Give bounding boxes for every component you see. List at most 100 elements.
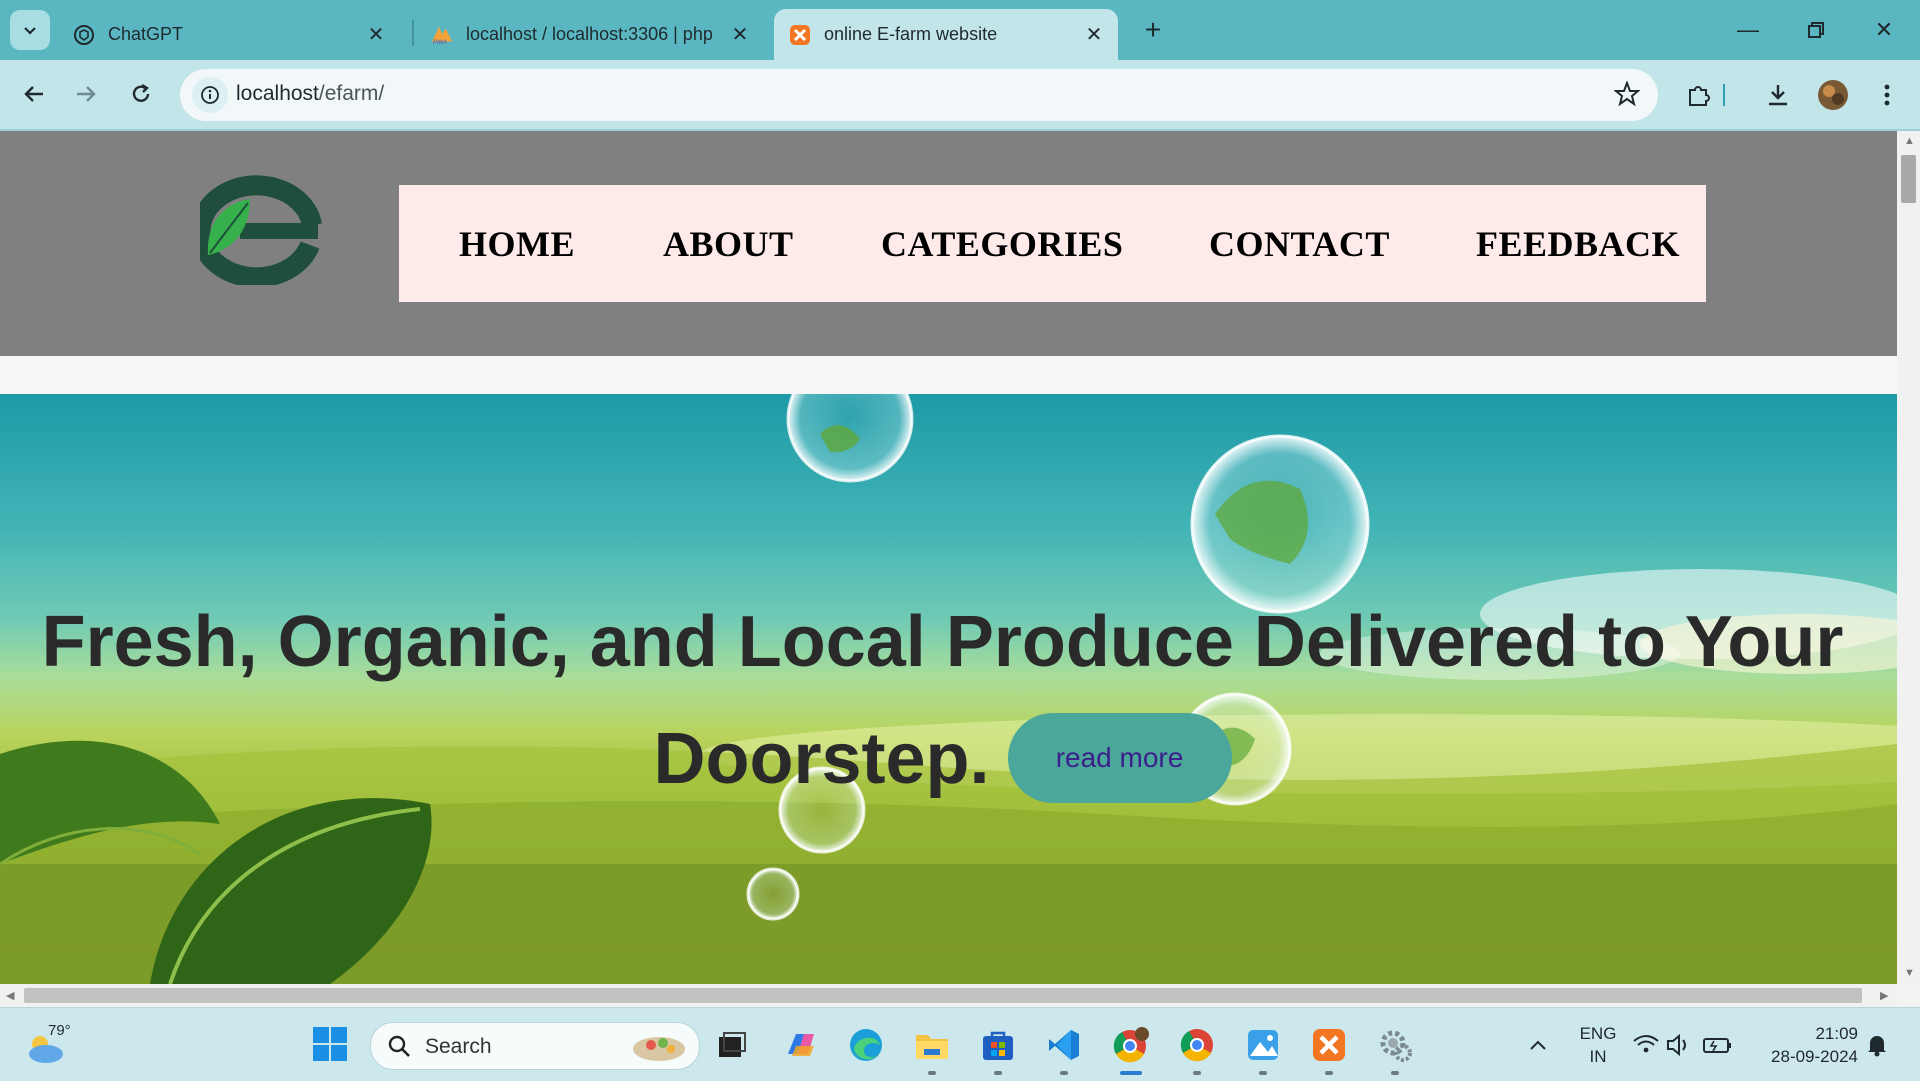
address-bar[interactable]: localhost/efarm/ xyxy=(180,69,1658,121)
chatgpt-icon xyxy=(72,23,96,47)
notifications-button[interactable] xyxy=(1860,1024,1894,1066)
start-button[interactable] xyxy=(312,1026,348,1062)
windows-taskbar: 79° Search ENG IN 21:09 28-09-2024 xyxy=(0,1007,1920,1081)
kebab-menu-icon xyxy=(1884,84,1890,106)
site-info-icon[interactable] xyxy=(192,77,228,113)
back-button[interactable] xyxy=(14,74,54,114)
close-tab-icon[interactable]: ✕ xyxy=(362,21,390,49)
wifi-icon xyxy=(1633,1035,1659,1053)
vertical-scroll-thumb[interactable] xyxy=(1901,155,1916,203)
language-indicator[interactable]: ENG IN xyxy=(1570,1022,1626,1068)
hero-title-text: Fresh, Organic, and Local Produce Delive… xyxy=(41,602,1844,799)
close-window-button[interactable]: ✕ xyxy=(1854,10,1914,50)
forward-button[interactable] xyxy=(66,74,106,114)
search-highlight-icon xyxy=(633,1037,685,1061)
region-code: IN xyxy=(1589,1047,1607,1066)
tab-title: online E-farm website xyxy=(824,24,998,44)
bubble xyxy=(746,867,800,921)
scroll-left-icon[interactable]: ◀ xyxy=(6,989,14,1002)
reload-button[interactable] xyxy=(121,74,161,114)
edge-icon[interactable] xyxy=(845,1024,887,1066)
horizontal-scrollbar[interactable]: ◀ ▶ xyxy=(0,984,1897,1007)
restore-button[interactable] xyxy=(1786,10,1846,50)
svg-text:PMA: PMA xyxy=(433,39,448,46)
search-icon xyxy=(388,1035,410,1057)
browser-menu-button[interactable] xyxy=(1867,75,1907,115)
battery-icon xyxy=(1703,1038,1731,1053)
hero-banner: Fresh, Organic, and Local Produce Delive… xyxy=(0,394,1897,984)
bookmark-star-icon[interactable] xyxy=(1613,80,1641,112)
xampp-taskbar-icon[interactable] xyxy=(1308,1024,1350,1075)
show-hidden-icons-button[interactable] xyxy=(1518,1024,1558,1066)
browser-toolbar: localhost/efarm/ xyxy=(0,60,1920,131)
scroll-up-icon[interactable]: ▲ xyxy=(1904,135,1915,147)
arrow-right-icon xyxy=(77,86,96,102)
arrow-left-icon xyxy=(24,86,43,102)
chrome-profile-icon[interactable] xyxy=(1110,1024,1152,1075)
clock[interactable]: 21:09 28-09-2024 xyxy=(1754,1022,1858,1068)
nav-contact[interactable]: CONTACT xyxy=(1209,223,1390,265)
quick-settings-button[interactable] xyxy=(1630,1024,1740,1066)
tab-chatgpt[interactable]: ChatGPT ✕ xyxy=(58,9,400,60)
hero-heading: Fresh, Organic, and Local Produce Delive… xyxy=(20,584,1865,818)
nav-feedback[interactable]: FEEDBACK xyxy=(1476,223,1680,265)
tab-title: localhost / localhost:3306 | php xyxy=(466,24,713,44)
tab-title: ChatGPT xyxy=(108,24,184,44)
task-view-icon[interactable] xyxy=(711,1024,753,1066)
avatar-icon xyxy=(1818,80,1848,110)
photos-icon[interactable] xyxy=(1242,1024,1284,1075)
clock-date: 28-09-2024 xyxy=(1771,1047,1858,1066)
horizontal-scroll-thumb[interactable] xyxy=(24,988,1862,1003)
microsoft-store-icon[interactable] xyxy=(977,1024,1019,1075)
tab-strip: ChatGPT ✕ PMA localhost / localhost:3306… xyxy=(0,0,1920,60)
nav-categories[interactable]: CATEGORIES xyxy=(881,223,1123,265)
tab-phpmyadmin[interactable]: PMA localhost / localhost:3306 | php ✕ xyxy=(416,9,764,60)
tab-search-dropdown-button[interactable] xyxy=(10,10,50,50)
puzzle-icon xyxy=(1689,86,1710,106)
phpmyadmin-icon: PMA xyxy=(430,23,454,47)
read-more-button[interactable]: read more xyxy=(1007,712,1232,803)
nav-home[interactable]: HOME xyxy=(459,223,575,265)
language-code: ENG xyxy=(1579,1024,1617,1043)
running-indicator xyxy=(1391,1071,1399,1075)
url-host: localhost xyxy=(236,82,319,105)
profile-avatar[interactable] xyxy=(1813,75,1853,115)
chevron-up-icon xyxy=(1530,1040,1546,1050)
scroll-down-icon[interactable]: ▼ xyxy=(1904,967,1915,979)
vertical-scrollbar[interactable]: ▲ ▼ xyxy=(1897,131,1920,984)
clock-time: 21:09 xyxy=(1815,1024,1858,1043)
new-tab-button[interactable]: + xyxy=(1136,13,1170,47)
search-placeholder: Search xyxy=(425,1035,492,1058)
minimize-button[interactable]: — xyxy=(1718,10,1778,50)
chevron-down-icon xyxy=(24,27,36,35)
nav-about[interactable]: ABOUT xyxy=(663,223,794,265)
running-indicator xyxy=(1325,1071,1333,1075)
main-nav: HOME ABOUT CATEGORIES CONTACT FEEDBACK xyxy=(399,185,1706,302)
downloads-button[interactable] xyxy=(1758,75,1798,115)
settings-icon[interactable] xyxy=(1374,1024,1416,1075)
close-tab-icon[interactable]: ✕ xyxy=(1080,21,1108,49)
site-header: HOME ABOUT CATEGORIES CONTACT FEEDBACK xyxy=(0,131,1897,356)
bell-icon xyxy=(1868,1036,1886,1057)
close-tab-icon[interactable]: ✕ xyxy=(726,21,754,49)
file-explorer-icon[interactable] xyxy=(911,1024,953,1075)
running-indicator xyxy=(994,1071,1002,1075)
efarm-logo[interactable] xyxy=(190,175,330,288)
weather-widget[interactable]: 79° xyxy=(26,1022,76,1066)
copilot-icon[interactable] xyxy=(780,1024,822,1066)
page-viewport: HOME ABOUT CATEGORIES CONTACT FEEDBACK F… xyxy=(0,131,1897,984)
scroll-right-icon[interactable]: ▶ xyxy=(1880,989,1888,1002)
tab-separator xyxy=(412,20,414,46)
taskbar-search[interactable]: Search xyxy=(370,1022,700,1070)
extensions-button[interactable] xyxy=(1679,75,1719,115)
tab-efarm[interactable]: online E-farm website ✕ xyxy=(774,9,1118,60)
url-text[interactable]: localhost/efarm/ xyxy=(236,82,384,106)
running-indicator xyxy=(1060,1071,1068,1075)
reload-icon xyxy=(132,83,150,102)
toolbar-divider xyxy=(1722,75,1726,115)
running-indicator xyxy=(1120,1071,1142,1075)
url-path: /efarm/ xyxy=(318,82,385,105)
vscode-icon[interactable] xyxy=(1043,1024,1085,1075)
chrome-icon[interactable] xyxy=(1176,1024,1218,1075)
volume-icon xyxy=(1667,1033,1686,1057)
